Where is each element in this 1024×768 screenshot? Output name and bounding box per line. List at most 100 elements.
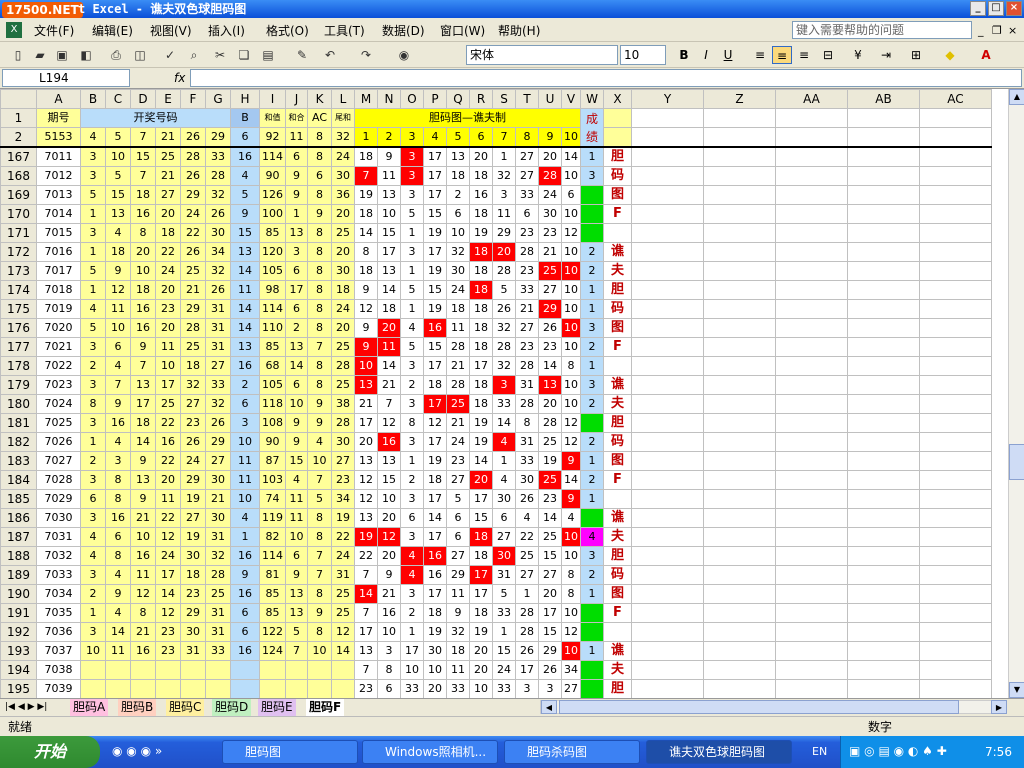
cell-danma[interactable]: 10	[561, 242, 581, 262]
cell-red-ball[interactable]: 23	[180, 413, 206, 433]
cell-empty[interactable]	[847, 337, 920, 357]
cell-danma[interactable]: 17	[469, 356, 493, 376]
row-header-179[interactable]: 179	[0, 375, 37, 395]
cell-empty[interactable]	[847, 508, 920, 528]
cell-red-ball[interactable]: 8	[80, 394, 106, 414]
cell-empty[interactable]	[847, 185, 920, 205]
cell-empty[interactable]	[775, 451, 848, 471]
cell-empty[interactable]	[919, 603, 992, 623]
font-color-icon[interactable]: A	[976, 46, 996, 64]
cell-red-ball[interactable]: 26	[180, 242, 206, 262]
cell-danma[interactable]: 12	[561, 413, 581, 433]
cell-ac[interactable]: 4	[307, 432, 332, 452]
cell-danma[interactable]: 20	[423, 679, 447, 698]
cell-danma[interactable]: 33	[492, 603, 516, 623]
cell-danma[interactable]: 16	[377, 432, 401, 452]
print-preview-icon[interactable]: ◫	[132, 47, 148, 63]
cell-empty[interactable]	[703, 413, 776, 433]
cell-danma[interactable]: 3	[400, 146, 424, 167]
cell-hezhi[interactable]: 98	[259, 280, 286, 300]
cell-watermark-char[interactable]: 夫	[603, 660, 632, 680]
cell-empty[interactable]	[775, 432, 848, 452]
formula-input[interactable]	[190, 69, 1022, 87]
column-header-U[interactable]: U	[538, 89, 562, 109]
cell-danma[interactable]: 9	[354, 337, 378, 357]
cell-danma[interactable]: 24	[538, 185, 562, 205]
cell-danma[interactable]: 15	[377, 470, 401, 490]
cell-red-ball[interactable]: 30	[180, 622, 206, 642]
cell-empty[interactable]	[631, 375, 704, 395]
cell-danma[interactable]: 13	[354, 641, 378, 661]
cell-chengji[interactable]: 2	[580, 337, 604, 357]
cell-red-ball[interactable]: 17	[130, 394, 156, 414]
cell-danma[interactable]: 14	[377, 280, 401, 300]
cell-empty[interactable]	[703, 185, 776, 205]
cell-red-ball[interactable]: 27	[155, 185, 181, 205]
cell-chengji[interactable]	[580, 413, 604, 433]
cell-ac[interactable]: 8	[307, 261, 332, 281]
cell-danma[interactable]: 13	[377, 451, 401, 471]
cell-danma-index[interactable]: 3	[400, 127, 424, 148]
redo-icon[interactable]: ↷	[358, 47, 374, 63]
cell-danma[interactable]: 6	[377, 679, 401, 698]
cell-danma[interactable]: 19	[423, 261, 447, 281]
cell-danma[interactable]: 24	[446, 432, 470, 452]
cell-danma[interactable]: 25	[538, 470, 562, 490]
cell-red-ball[interactable]: 20	[155, 204, 181, 224]
cell-empty[interactable]	[919, 223, 992, 243]
cell-red-ball[interactable]: 7	[130, 356, 156, 376]
cell-red-ball[interactable]: 12	[155, 603, 181, 623]
cell-ac[interactable]	[307, 660, 332, 680]
cell-danma[interactable]: 12	[561, 223, 581, 243]
cell-danma[interactable]: 15	[423, 337, 447, 357]
cell-hewei[interactable]: 15	[285, 451, 308, 471]
cell-empty[interactable]	[919, 375, 992, 395]
row-header-1[interactable]: 1	[0, 108, 37, 128]
cell-red-ball[interactable]: 18	[155, 223, 181, 243]
merge-center-icon[interactable]: ⊟	[818, 46, 838, 64]
cell-danma[interactable]: 17	[354, 622, 378, 642]
vertical-scrollbar[interactable]: ▲ ▼	[1008, 89, 1024, 698]
tab-danma-e[interactable]: 胆码E	[258, 699, 296, 716]
cell-ac[interactable]: 10	[307, 641, 332, 661]
cell-danma[interactable]: 23	[538, 337, 562, 357]
cell-hezhi[interactable]: 103	[259, 470, 286, 490]
cell-empty[interactable]	[631, 299, 704, 319]
cell-danma[interactable]: 17	[469, 565, 493, 585]
cell-blue-ball[interactable]: 10	[230, 432, 260, 452]
cell-red-ball[interactable]: 26	[205, 204, 231, 224]
cell-chengji[interactable]	[580, 204, 604, 224]
cell-empty[interactable]	[847, 622, 920, 642]
cell-danma[interactable]: 4	[561, 508, 581, 528]
cell-danma[interactable]: 26	[538, 660, 562, 680]
cell-red-ball[interactable]: 19	[180, 527, 206, 547]
cell-danma[interactable]: 19	[354, 527, 378, 547]
header-blue[interactable]: B	[230, 108, 260, 128]
cell-danma[interactable]: 10	[561, 603, 581, 623]
column-header-S[interactable]: S	[492, 89, 516, 109]
cell-empty[interactable]	[847, 108, 920, 128]
cell-red-ball[interactable]: 14	[155, 584, 181, 604]
cell-ac[interactable]: 8	[307, 527, 332, 547]
cell-red-ball[interactable]: 9	[130, 337, 156, 357]
cell-ac[interactable]: 8	[307, 185, 332, 205]
cell-chengji[interactable]: 3	[580, 318, 604, 338]
cell-watermark-char[interactable]: 码	[603, 299, 632, 319]
cell-red-ball[interactable]: 25	[155, 394, 181, 414]
fx-icon[interactable]: fx	[174, 71, 185, 85]
cell-chengji[interactable]: 2	[580, 432, 604, 452]
row-header-195[interactable]: 195	[0, 679, 37, 698]
cell-red-ball[interactable]: 28	[205, 565, 231, 585]
cell-hewei[interactable]: 5	[285, 622, 308, 642]
font-name-select[interactable]: 宋体	[466, 45, 618, 65]
cell-red-ball[interactable]: 8	[105, 489, 131, 509]
cell-red-ball[interactable]: 29	[180, 185, 206, 205]
column-header-R[interactable]: R	[469, 89, 493, 109]
cell-empty[interactable]	[775, 204, 848, 224]
cell-empty[interactable]	[847, 641, 920, 661]
cell-danma-index[interactable]: 1	[354, 127, 378, 148]
cell-hezhi[interactable]: 85	[259, 223, 286, 243]
cell-hewei[interactable]: 2	[285, 318, 308, 338]
cell-red-ball[interactable]: 13	[130, 375, 156, 395]
cell-red-ball[interactable]: 10	[105, 318, 131, 338]
